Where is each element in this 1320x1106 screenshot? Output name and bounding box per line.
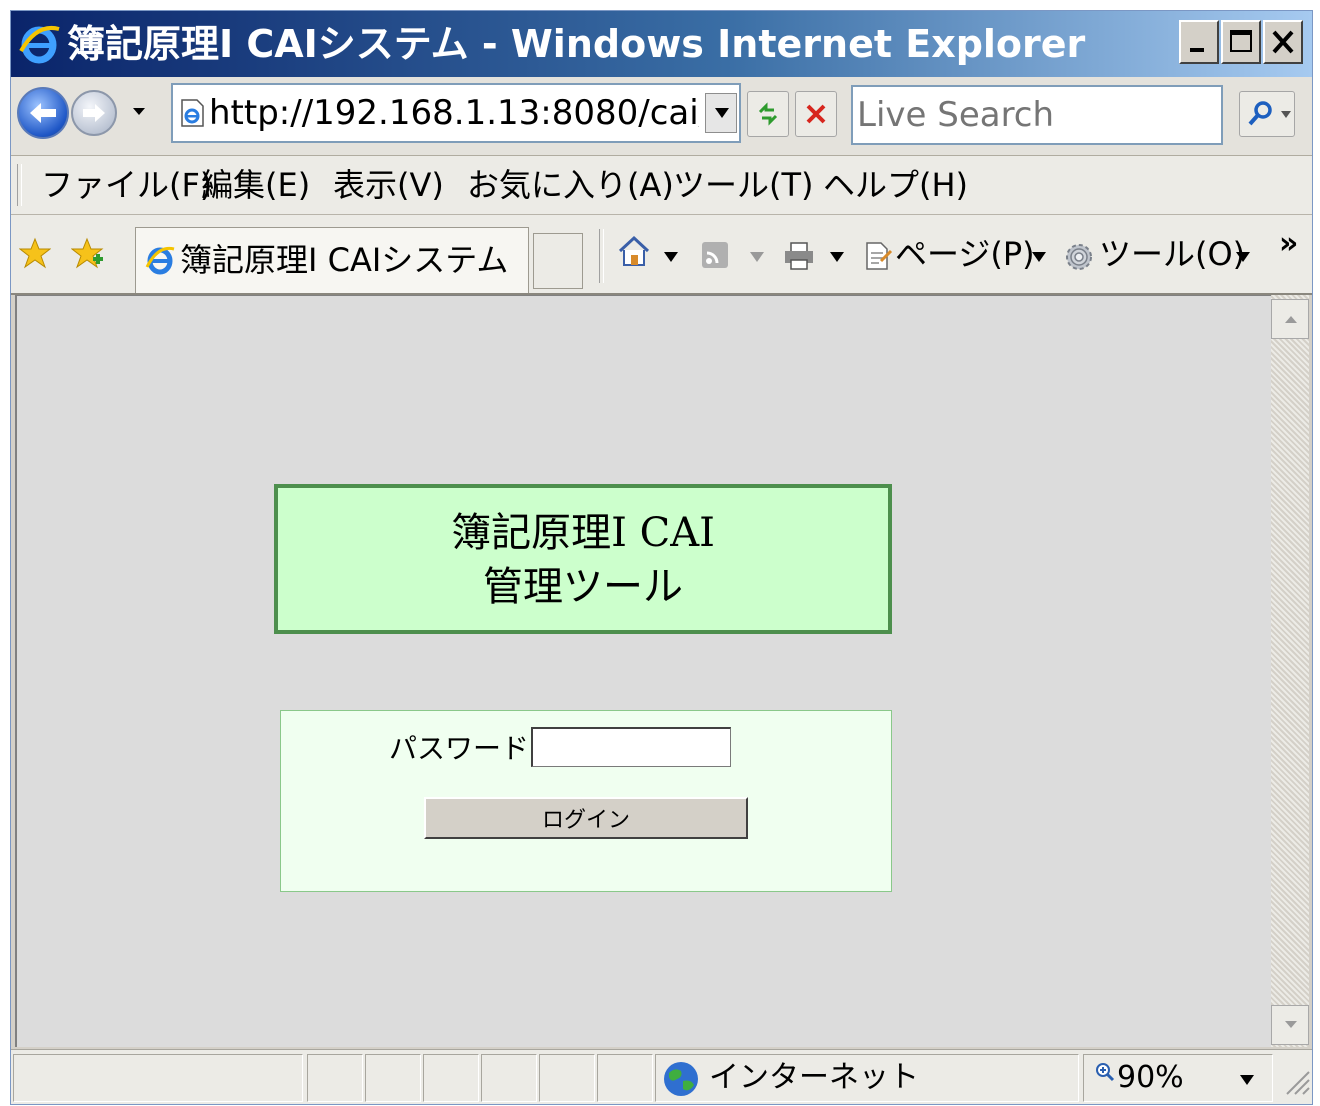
maximize-button[interactable] [1221,20,1261,64]
title-panel: 簿記原理I CAI 管理ツール [274,484,892,634]
tab-current[interactable]: 簿記原理I CAIシステム [135,227,529,293]
home-dropdown-icon[interactable] [663,251,679,263]
security-zone-label: インターネット [709,1060,919,1095]
menu-file[interactable]: ファイル(F) [41,156,212,214]
feeds-icon[interactable] [701,241,729,269]
feeds-dropdown-icon[interactable] [749,251,765,263]
maximize-icon [1230,30,1252,52]
home-icon[interactable] [617,235,651,269]
minimize-icon [1190,48,1204,52]
scroll-up-arrow-icon [1285,316,1297,323]
search-icon [1248,101,1272,126]
search-field[interactable] [851,85,1223,145]
stop-button[interactable] [795,91,837,137]
status-pane [365,1054,421,1102]
add-to-favorites-icon[interactable] [71,237,105,269]
menu-bar: ファイル(F) 編集(E) 表示(V) お気に入り(A) ツール(T) ヘルプ(… [11,156,1312,215]
toolbar-separator [599,229,604,283]
search-button[interactable] [1239,91,1295,137]
new-tab-button[interactable] [533,233,583,289]
close-icon [1272,30,1294,54]
command-bar: 簿記原理I CAIシステム ページ(P) ツール(O) » [11,215,1312,295]
toolbar-overflow-chevron[interactable]: » [1279,205,1298,283]
address-url: http://192.168.1.13:8080/cai/cours [209,93,699,133]
address-dropdown-button[interactable] [705,93,737,133]
menu-edit[interactable]: 編集(E) [201,156,310,214]
stop-icon [806,104,826,124]
forward-arrow-icon [83,104,105,122]
tab-label: 簿記原理I CAIシステム [180,241,509,279]
status-pane [423,1054,479,1102]
address-field[interactable]: http://192.168.1.13:8080/cai/cours [171,83,741,143]
window-title: 簿記原理I CAIシステム - Windows Internet Explore… [67,22,1086,66]
scroll-down-arrow-icon [1285,1021,1297,1028]
menu-tools[interactable]: ツール(T) [673,156,814,214]
login-button[interactable]: ログイン [424,797,748,839]
zoom-icon [1096,1063,1115,1082]
status-pane [597,1054,653,1102]
gear-icon[interactable] [1063,241,1095,273]
back-button[interactable] [17,87,69,139]
ie-logo-icon [19,26,60,64]
title-bar[interactable]: 簿記原理I CAIシステム - Windows Internet Explore… [11,11,1312,77]
status-text-pane [13,1054,303,1102]
refresh-button[interactable] [747,91,789,137]
tools-menu-label[interactable]: ツール(O) [1099,215,1245,293]
scroll-up-button[interactable] [1271,299,1309,339]
browser-window: 簿記原理I CAIシステム - Windows Internet Explore… [10,10,1313,1105]
password-label: パスワード [389,732,530,765]
chevron-down-icon [715,108,729,118]
page-dropdown-icon[interactable] [1031,251,1047,263]
globe-icon [664,1062,698,1096]
page-icon [181,99,204,127]
page-content: 簿記原理I CAI 管理ツール パスワード ログイン [15,295,1271,1047]
page-menu-label[interactable]: ページ(P) [895,215,1035,293]
search-input[interactable] [857,87,1217,143]
page-menu-icon[interactable] [863,241,893,271]
status-bar: インターネット 90% [11,1049,1312,1104]
password-input[interactable] [531,727,731,767]
menu-grip [17,164,22,206]
page-heading-line2: 管理ツール [483,564,683,610]
search-options-dropdown-icon [1281,111,1291,118]
address-toolbar: http://192.168.1.13:8080/cai/cours [11,77,1312,156]
status-pane [539,1054,595,1102]
recent-pages-dropdown-icon[interactable] [131,103,147,119]
favorites-center-icon[interactable] [19,237,51,269]
minimize-button[interactable] [1179,20,1219,64]
status-pane [481,1054,537,1102]
menu-help[interactable]: ヘルプ(H) [823,156,968,214]
login-form: パスワード ログイン [280,710,892,892]
zoom-level: 90% [1117,1060,1184,1095]
resize-grip-icon[interactable] [1281,1066,1311,1096]
status-pane [307,1054,363,1102]
refresh-icon [758,102,778,126]
ie-page-icon [145,246,175,275]
zoom-dropdown-icon[interactable] [1239,1074,1255,1086]
menu-view[interactable]: 表示(V) [333,156,444,214]
tools-dropdown-icon[interactable] [1235,251,1251,263]
close-button[interactable] [1263,20,1303,64]
scroll-down-button[interactable] [1271,1005,1309,1045]
vertical-scrollbar[interactable] [1271,295,1309,1047]
print-icon[interactable] [783,241,815,271]
print-dropdown-icon[interactable] [829,251,845,263]
page-heading-line1: 簿記原理I CAI [451,510,715,556]
forward-button[interactable] [71,90,117,136]
menu-favorites[interactable]: お気に入り(A) [467,156,674,214]
back-arrow-icon [30,103,56,123]
